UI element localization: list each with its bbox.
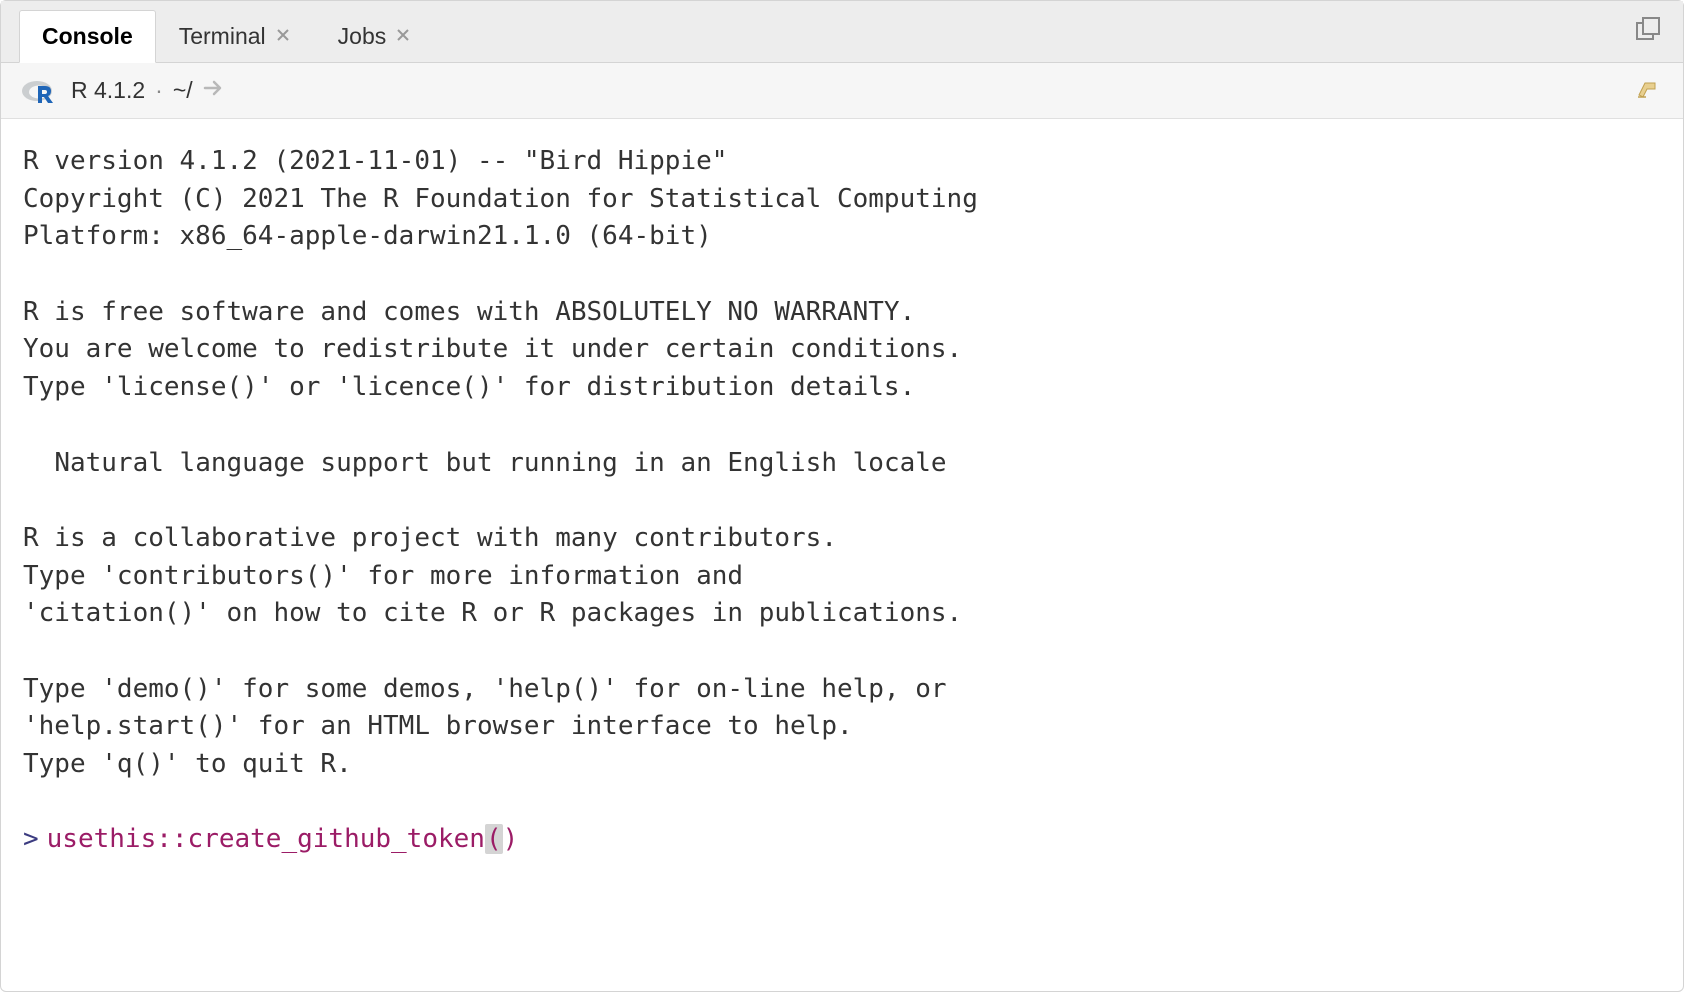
tab-label: Terminal	[179, 23, 266, 50]
tab-console[interactable]: Console	[19, 10, 156, 63]
startup-line: R is a collaborative project with many c…	[23, 523, 837, 553]
console-panel: Console Terminal Jobs	[0, 0, 1684, 992]
startup-line: Type 'contributors()' for more informati…	[23, 561, 743, 591]
clear-console-icon[interactable]	[1633, 75, 1663, 106]
startup-line: Type 'license()' or 'licence()' for dist…	[23, 372, 915, 402]
close-icon[interactable]	[394, 26, 412, 47]
tab-label: Jobs	[338, 23, 387, 50]
tab-bar: Console Terminal Jobs	[1, 1, 1683, 63]
startup-line: Copyright (C) 2021 The R Foundation for …	[23, 184, 978, 214]
separator-dot: ·	[155, 77, 163, 104]
prompt-symbol: >	[23, 821, 39, 859]
close-icon[interactable]	[274, 26, 292, 47]
console-input-command[interactable]: usethis::create_github_token()	[47, 821, 519, 859]
startup-line: 'help.start()' for an HTML browser inter…	[23, 711, 853, 741]
r-logo-icon	[21, 77, 57, 105]
r-version: R 4.1.2	[71, 77, 145, 104]
tab-terminal[interactable]: Terminal	[156, 10, 315, 62]
tab-label: Console	[42, 23, 133, 50]
startup-line: 'citation()' on how to cite R or R packa…	[23, 598, 962, 628]
console-info-text: R 4.1.2 · ~/	[71, 77, 227, 104]
startup-line: Type 'demo()' for some demos, 'help()' f…	[23, 674, 947, 704]
startup-line: Natural language support but running in …	[23, 448, 947, 478]
startup-line: R is free software and comes with ABSOLU…	[23, 297, 915, 327]
startup-line: Platform: x86_64-apple-darwin21.1.0 (64-…	[23, 221, 712, 251]
tab-jobs[interactable]: Jobs	[315, 10, 436, 62]
startup-line: R version 4.1.2 (2021-11-01) -- "Bird Hi…	[23, 146, 727, 176]
console-info-bar: R 4.1.2 · ~/	[1, 63, 1683, 119]
console-output[interactable]: R version 4.1.2 (2021-11-01) -- "Bird Hi…	[1, 119, 1683, 991]
startup-line: You are welcome to redistribute it under…	[23, 334, 962, 364]
maximize-panel-icon[interactable]	[1633, 15, 1663, 50]
startup-line: Type 'q()' to quit R.	[23, 749, 352, 779]
go-to-directory-icon[interactable]	[203, 77, 227, 104]
console-prompt-line[interactable]: >usethis::create_github_token()	[23, 821, 1661, 859]
working-directory: ~/	[173, 77, 193, 104]
